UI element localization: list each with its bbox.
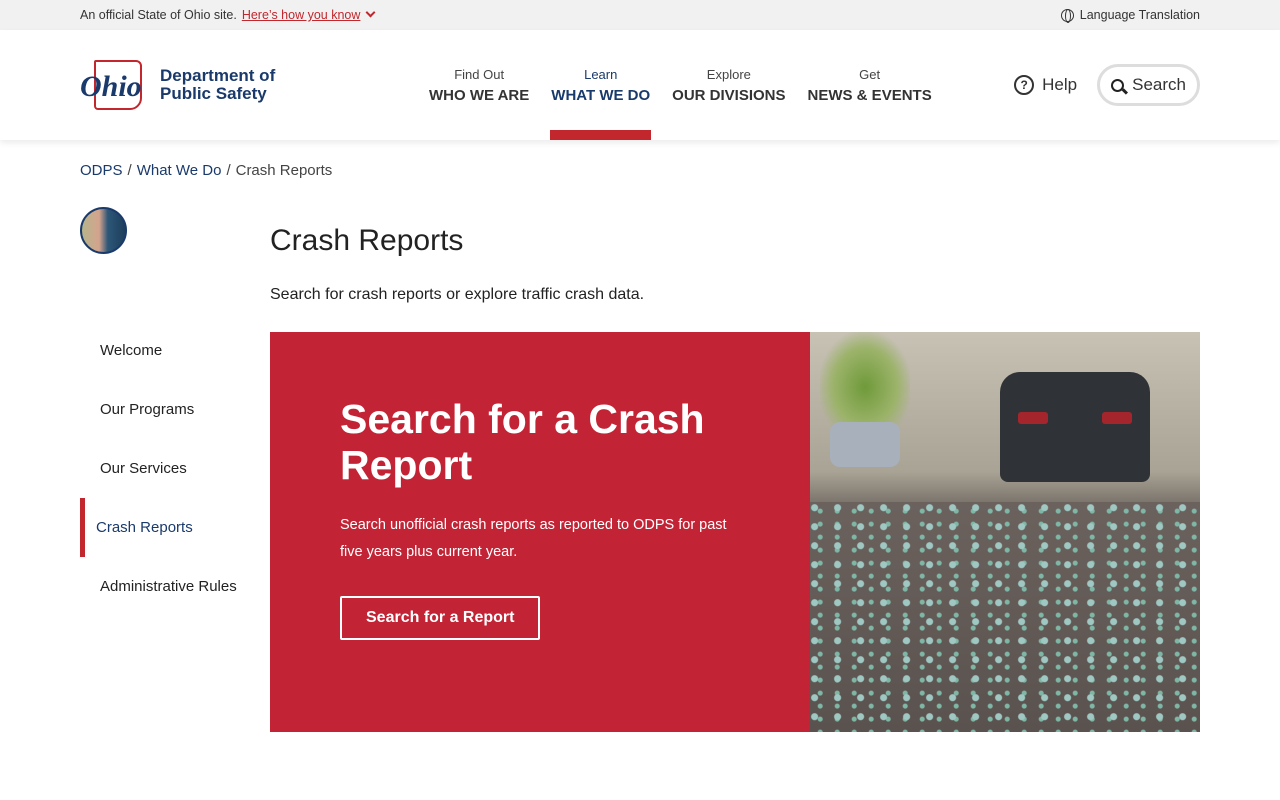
sidebar-item-our-services[interactable]: Our Services <box>80 439 250 498</box>
help-button[interactable]: ? Help <box>1014 75 1077 95</box>
page-intro: Search for crash reports or explore traf… <box>270 286 645 303</box>
breadcrumb-what-we-do[interactable]: What We Do <box>137 162 222 179</box>
globe-icon <box>1060 8 1074 23</box>
language-translation-button[interactable]: Language Translation <box>1060 8 1200 23</box>
logo-line1: Department of <box>160 66 276 85</box>
hero-body: Search unofficial crash reports as repor… <box>340 517 727 560</box>
sidebar-nav: Welcome Our Programs Our Services Crash … <box>80 321 250 616</box>
nav-news-events[interactable]: Get NEWS & EVENTS <box>807 30 933 140</box>
sidebar-item-crash-reports[interactable]: Crash Reports <box>80 498 250 557</box>
sidebar-item-welcome[interactable]: Welcome <box>80 321 250 380</box>
nav-who-we-are[interactable]: Find Out WHO WE ARE <box>428 30 530 140</box>
help-label: Help <box>1042 75 1078 94</box>
sidebar-item-administrative-rules[interactable]: Administrative Rules <box>80 557 250 616</box>
breadcrumb-current: Crash Reports <box>235 162 333 179</box>
search-button[interactable]: Search <box>1097 64 1200 106</box>
crash-glass-photo <box>810 332 1200 732</box>
hero-heading: Search for a Crash Report <box>340 396 705 488</box>
nav-what-we-do[interactable]: Learn WHAT WE DO <box>550 30 652 140</box>
language-label: Language Translation <box>1079 8 1200 22</box>
nav-our-divisions[interactable]: Explore OUR DIVISIONS <box>671 30 786 140</box>
odps-logo[interactable]: Ohio Department of Public Safety <box>80 58 420 113</box>
hero-banner: Search for a Crash Report Search unoffic… <box>270 332 1200 732</box>
section-avatar-image <box>80 207 127 254</box>
official-text: An official State of Ohio site. <box>80 8 237 22</box>
site-header: Ohio Department of Public Safety Find Out… <box>0 30 1280 140</box>
help-icon: ? <box>1014 75 1035 95</box>
breadcrumb: ODPS / What We Do / Crash Reports <box>80 162 333 179</box>
search-report-button[interactable]: Search for a Report <box>340 596 541 640</box>
page-title: Crash Reports <box>270 224 464 257</box>
how-you-know-link[interactable]: Here’s how you know <box>242 8 361 22</box>
sidebar-item-our-programs[interactable]: Our Programs <box>80 380 250 439</box>
search-label: Search <box>1132 75 1186 94</box>
ohio-logo-mark: Ohio <box>80 58 150 113</box>
breadcrumb-odps[interactable]: ODPS <box>80 162 123 179</box>
search-icon <box>1111 78 1125 92</box>
how-you-know-label: Here’s how you know <box>241 8 361 22</box>
logo-line2: Public Safety <box>160 84 267 103</box>
main-nav: Find Out WHO WE ARE Learn WHAT WE DO Explo… <box>428 30 933 140</box>
official-site-banner: An official State of Ohio site. Here’s ho… <box>0 0 1280 30</box>
chevron-down-icon[interactable] <box>365 7 376 18</box>
hero-panel: Search for a Crash Report Search unoffic… <box>270 332 810 732</box>
